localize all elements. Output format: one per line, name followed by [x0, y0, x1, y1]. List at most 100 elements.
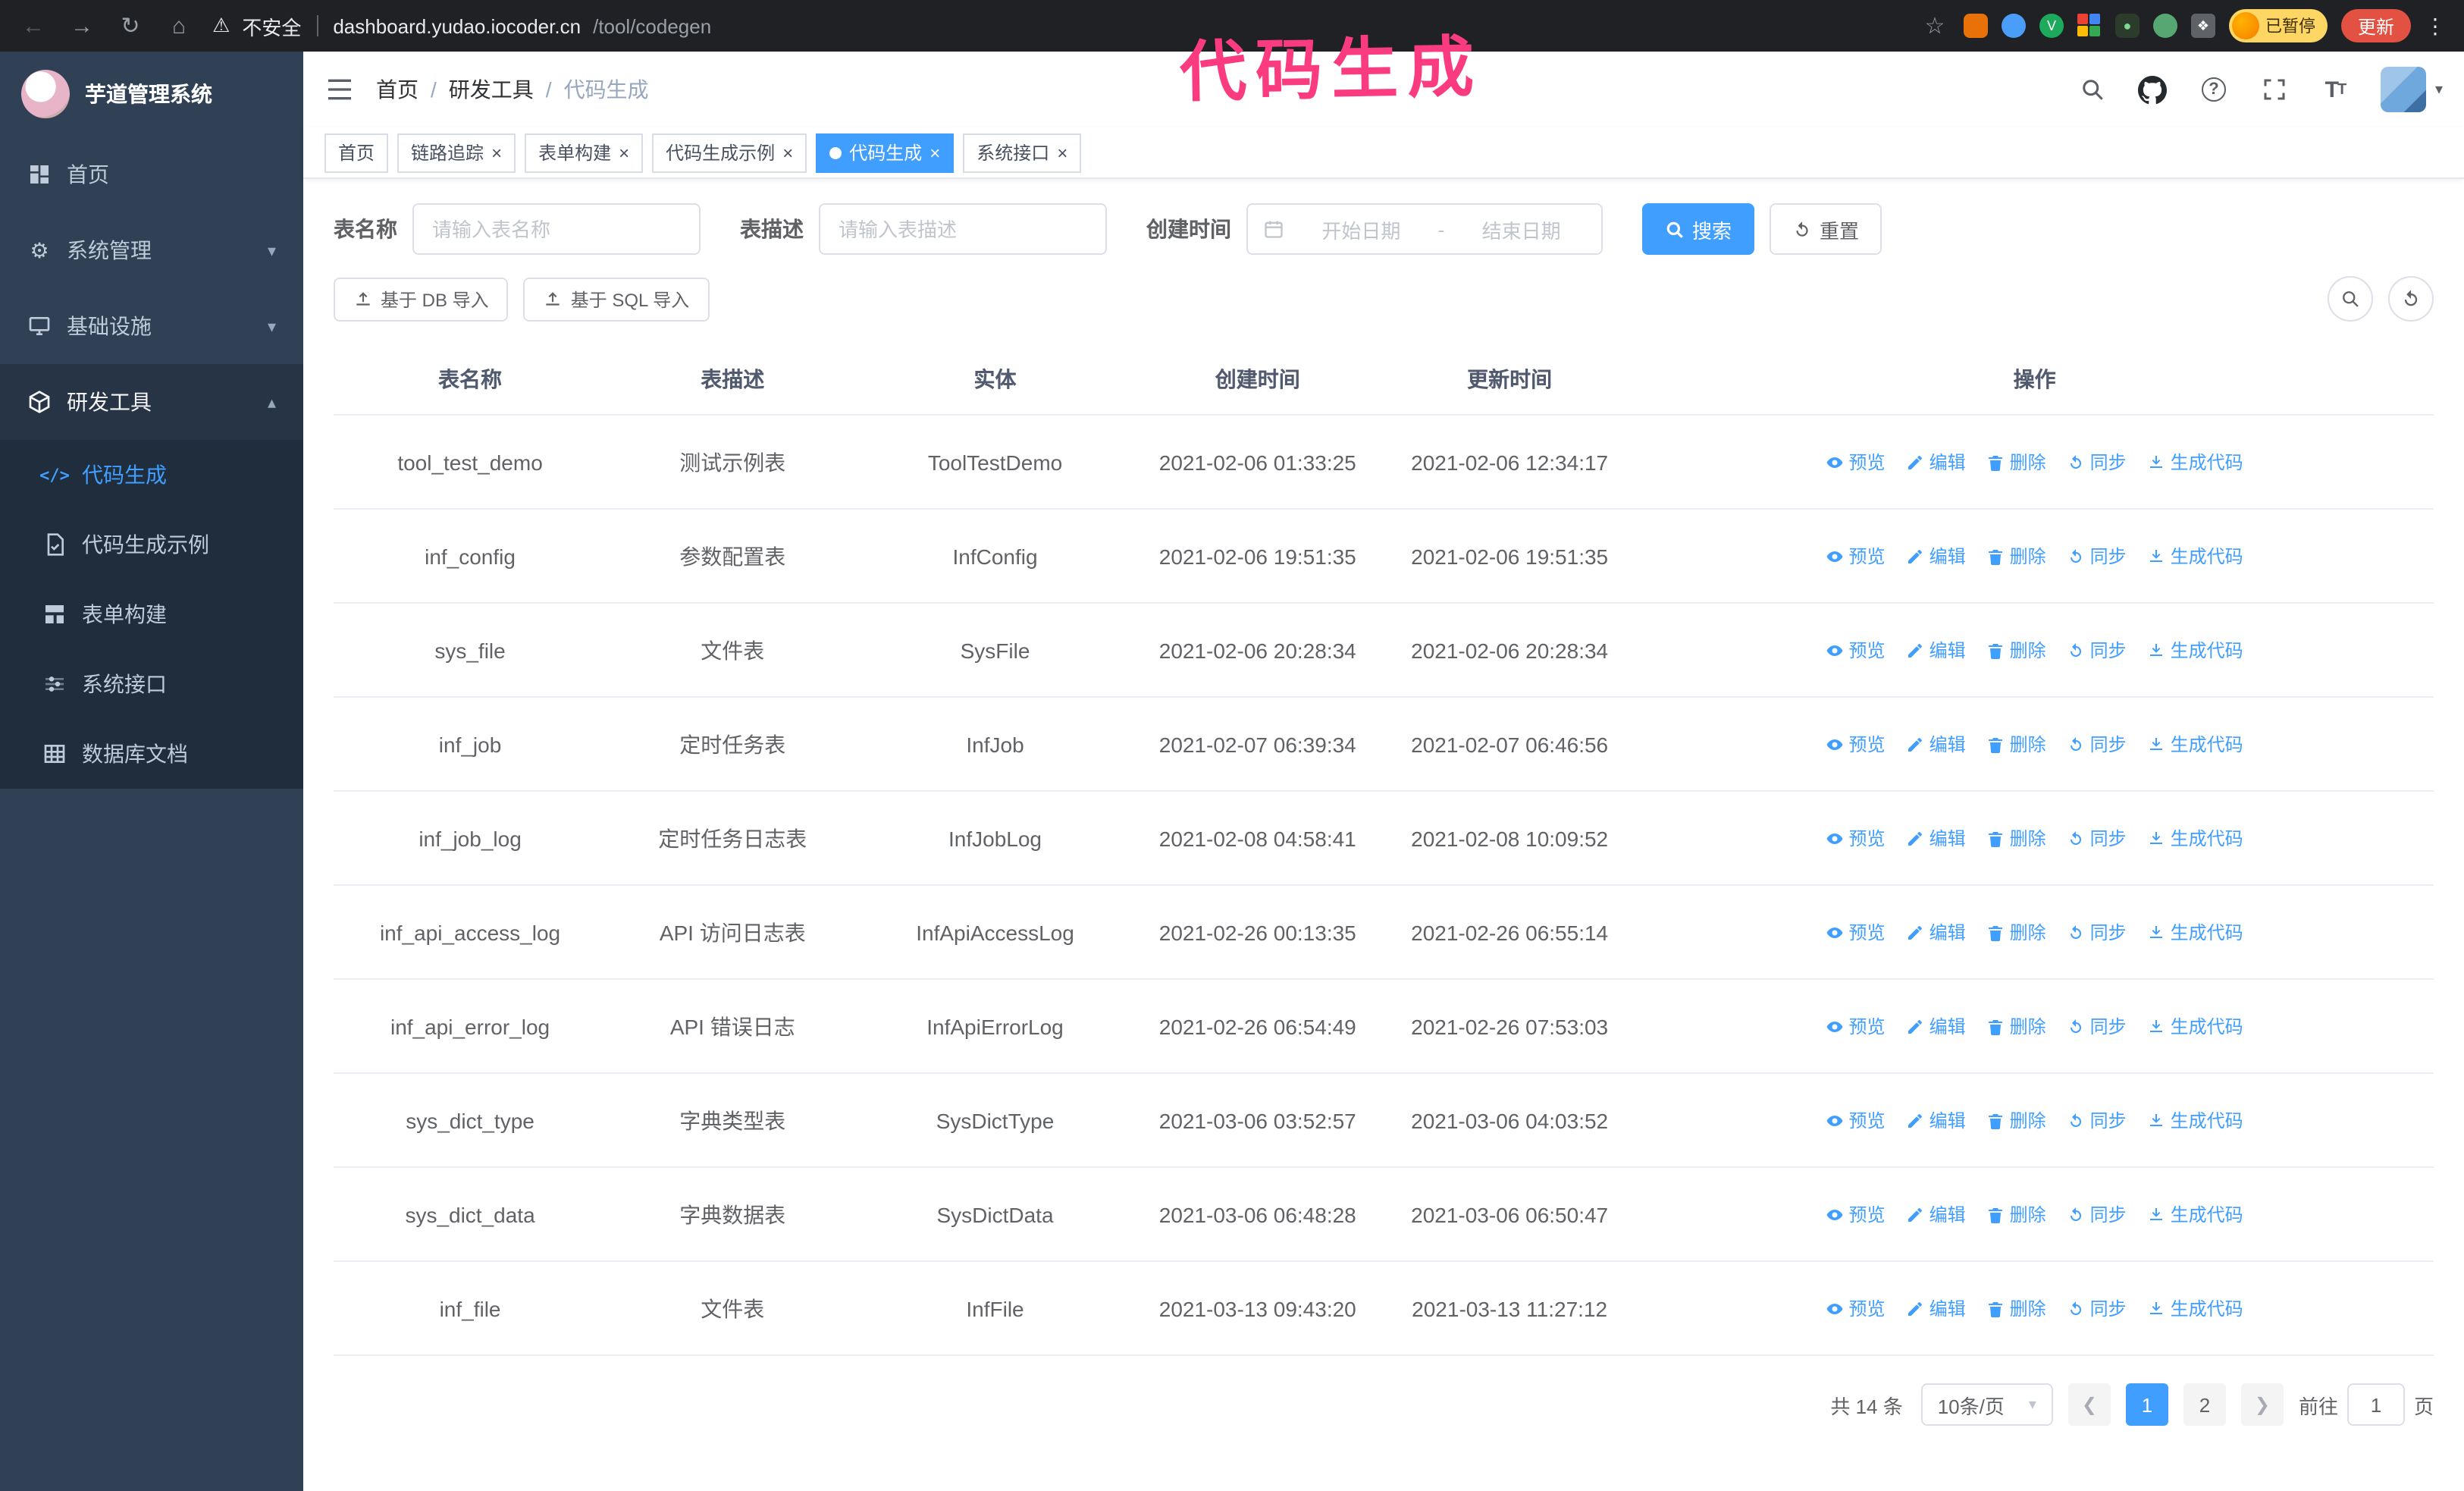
close-icon[interactable]: ×: [619, 143, 629, 162]
sync-link[interactable]: 同步: [2067, 543, 2127, 569]
sidebar-item-infra[interactable]: 基础设施 ▾: [0, 288, 303, 364]
user-menu[interactable]: ▾: [2380, 67, 2443, 112]
edit-link[interactable]: 编辑: [1907, 449, 1966, 475]
generate-code-link[interactable]: 生成代码: [2148, 919, 2243, 945]
tag-system-api[interactable]: 系统接口 ×: [963, 133, 1082, 172]
preview-link[interactable]: 预览: [1826, 449, 1886, 475]
goto-page-input[interactable]: [2346, 1383, 2405, 1426]
search-icon[interactable]: [2077, 74, 2108, 105]
reload-icon[interactable]: ↻: [115, 12, 146, 39]
edit-link[interactable]: 编辑: [1907, 1013, 1966, 1039]
close-icon[interactable]: ×: [929, 143, 940, 162]
breadcrumb-item-devtools[interactable]: 研发工具: [449, 74, 534, 105]
address-bar[interactable]: ⚠ 不安全 dashboard.yudao.iocoder.cn/tool/co…: [212, 11, 1901, 40]
sidebar-item-db-docs[interactable]: 数据库文档: [0, 719, 303, 789]
edit-link[interactable]: 编辑: [1907, 919, 1966, 945]
toggle-search-button[interactable]: [2328, 276, 2373, 322]
tag-tracing[interactable]: 链路追踪 ×: [397, 133, 516, 172]
generate-code-link[interactable]: 生成代码: [2148, 825, 2243, 851]
generate-code-link[interactable]: 生成代码: [2148, 731, 2243, 757]
extensions-puzzle-icon[interactable]: ❖: [2190, 14, 2215, 38]
close-icon[interactable]: ×: [491, 143, 502, 162]
sidebar-item-codegen[interactable]: </> 代码生成: [0, 440, 303, 510]
back-icon[interactable]: ←: [18, 13, 49, 39]
preview-link[interactable]: 预览: [1826, 637, 1886, 663]
page-button-1[interactable]: 1: [2125, 1383, 2168, 1426]
browser-menu-icon[interactable]: ⋮: [2425, 13, 2446, 39]
sync-link[interactable]: 同步: [2067, 1013, 2127, 1039]
preview-link[interactable]: 预览: [1826, 731, 1886, 757]
reset-button[interactable]: 重置: [1770, 203, 1882, 255]
extension-icon-green-check[interactable]: V: [2039, 14, 2064, 38]
sync-link[interactable]: 同步: [2067, 449, 2127, 475]
edit-link[interactable]: 编辑: [1907, 637, 1966, 663]
page-button-2[interactable]: 2: [2183, 1383, 2226, 1426]
edit-link[interactable]: 编辑: [1907, 1107, 1966, 1133]
preview-link[interactable]: 预览: [1826, 919, 1886, 945]
home-icon[interactable]: ⌂: [164, 13, 194, 39]
search-button[interactable]: 搜索: [1642, 203, 1755, 255]
sync-link[interactable]: 同步: [2067, 919, 2127, 945]
edit-link[interactable]: 编辑: [1907, 543, 1966, 569]
delete-link[interactable]: 删除: [1987, 1107, 2046, 1133]
sidebar-item-form-builder[interactable]: 表单构建: [0, 579, 303, 649]
delete-link[interactable]: 删除: [1987, 449, 2046, 475]
date-range-picker[interactable]: 开始日期 - 结束日期: [1246, 203, 1603, 255]
sync-link[interactable]: 同步: [2067, 731, 2127, 757]
extension-icon-leaf[interactable]: [2152, 14, 2177, 38]
generate-code-link[interactable]: 生成代码: [2148, 1013, 2243, 1039]
generate-code-link[interactable]: 生成代码: [2148, 449, 2243, 475]
edit-link[interactable]: 编辑: [1907, 731, 1966, 757]
delete-link[interactable]: 删除: [1987, 1295, 2046, 1321]
preview-link[interactable]: 预览: [1826, 543, 1886, 569]
import-sql-button[interactable]: 基于 SQL 导入: [523, 277, 710, 321]
delete-link[interactable]: 删除: [1987, 1013, 2046, 1039]
prev-page-button[interactable]: ❮: [2067, 1383, 2111, 1426]
github-icon[interactable]: [2138, 74, 2168, 105]
edit-link[interactable]: 编辑: [1907, 825, 1966, 851]
refresh-table-button[interactable]: [2388, 276, 2434, 322]
sidebar-item-codegen-example[interactable]: 代码生成示例: [0, 510, 303, 579]
next-page-button[interactable]: ❯: [2240, 1383, 2284, 1426]
generate-code-link[interactable]: 生成代码: [2148, 1295, 2243, 1321]
logo[interactable]: 芋道管理系统: [0, 52, 303, 137]
sync-link[interactable]: 同步: [2067, 637, 2127, 663]
delete-link[interactable]: 删除: [1987, 637, 2046, 663]
extension-icon-blue[interactable]: [2001, 14, 2026, 38]
delete-link[interactable]: 删除: [1987, 543, 2046, 569]
fullscreen-icon[interactable]: [2259, 74, 2290, 105]
profile-paused-chip[interactable]: 已暂停: [2228, 9, 2328, 42]
preview-link[interactable]: 预览: [1826, 1107, 1886, 1133]
generate-code-link[interactable]: 生成代码: [2148, 1201, 2243, 1227]
sidebar-item-home[interactable]: 首页: [0, 137, 303, 212]
table-desc-input[interactable]: [819, 203, 1107, 255]
close-icon[interactable]: ×: [1057, 143, 1067, 162]
font-size-icon[interactable]: TT: [2320, 74, 2350, 105]
preview-link[interactable]: 预览: [1826, 1201, 1886, 1227]
sync-link[interactable]: 同步: [2067, 1201, 2127, 1227]
bookmark-star-icon[interactable]: ☆: [1920, 12, 1950, 39]
extension-icon-dark[interactable]: ●: [2114, 14, 2140, 38]
preview-link[interactable]: 预览: [1826, 1013, 1886, 1039]
sync-link[interactable]: 同步: [2067, 1107, 2127, 1133]
delete-link[interactable]: 删除: [1987, 731, 2046, 757]
generate-code-link[interactable]: 生成代码: [2148, 1107, 2243, 1133]
browser-update-button[interactable]: 更新: [2340, 9, 2411, 42]
table-name-input[interactable]: [412, 203, 701, 255]
import-db-button[interactable]: 基于 DB 导入: [334, 277, 509, 321]
edit-link[interactable]: 编辑: [1907, 1201, 1966, 1227]
page-size-select[interactable]: 10条/页 ▾: [1920, 1383, 2053, 1426]
preview-link[interactable]: 预览: [1826, 825, 1886, 851]
preview-link[interactable]: 预览: [1826, 1295, 1886, 1321]
close-icon[interactable]: ×: [782, 143, 793, 162]
generate-code-link[interactable]: 生成代码: [2148, 543, 2243, 569]
tag-home[interactable]: 首页: [324, 133, 389, 172]
breadcrumb-item-home[interactable]: 首页: [376, 74, 419, 105]
delete-link[interactable]: 删除: [1987, 919, 2046, 945]
sync-link[interactable]: 同步: [2067, 1295, 2127, 1321]
tag-codegen-example[interactable]: 代码生成示例 ×: [652, 133, 807, 172]
sidebar-item-devtools[interactable]: 研发工具 ▴: [0, 364, 303, 440]
edit-link[interactable]: 编辑: [1907, 1295, 1966, 1321]
help-icon[interactable]: ?: [2199, 74, 2229, 105]
sidebar-item-system-api[interactable]: 系统接口: [0, 649, 303, 719]
